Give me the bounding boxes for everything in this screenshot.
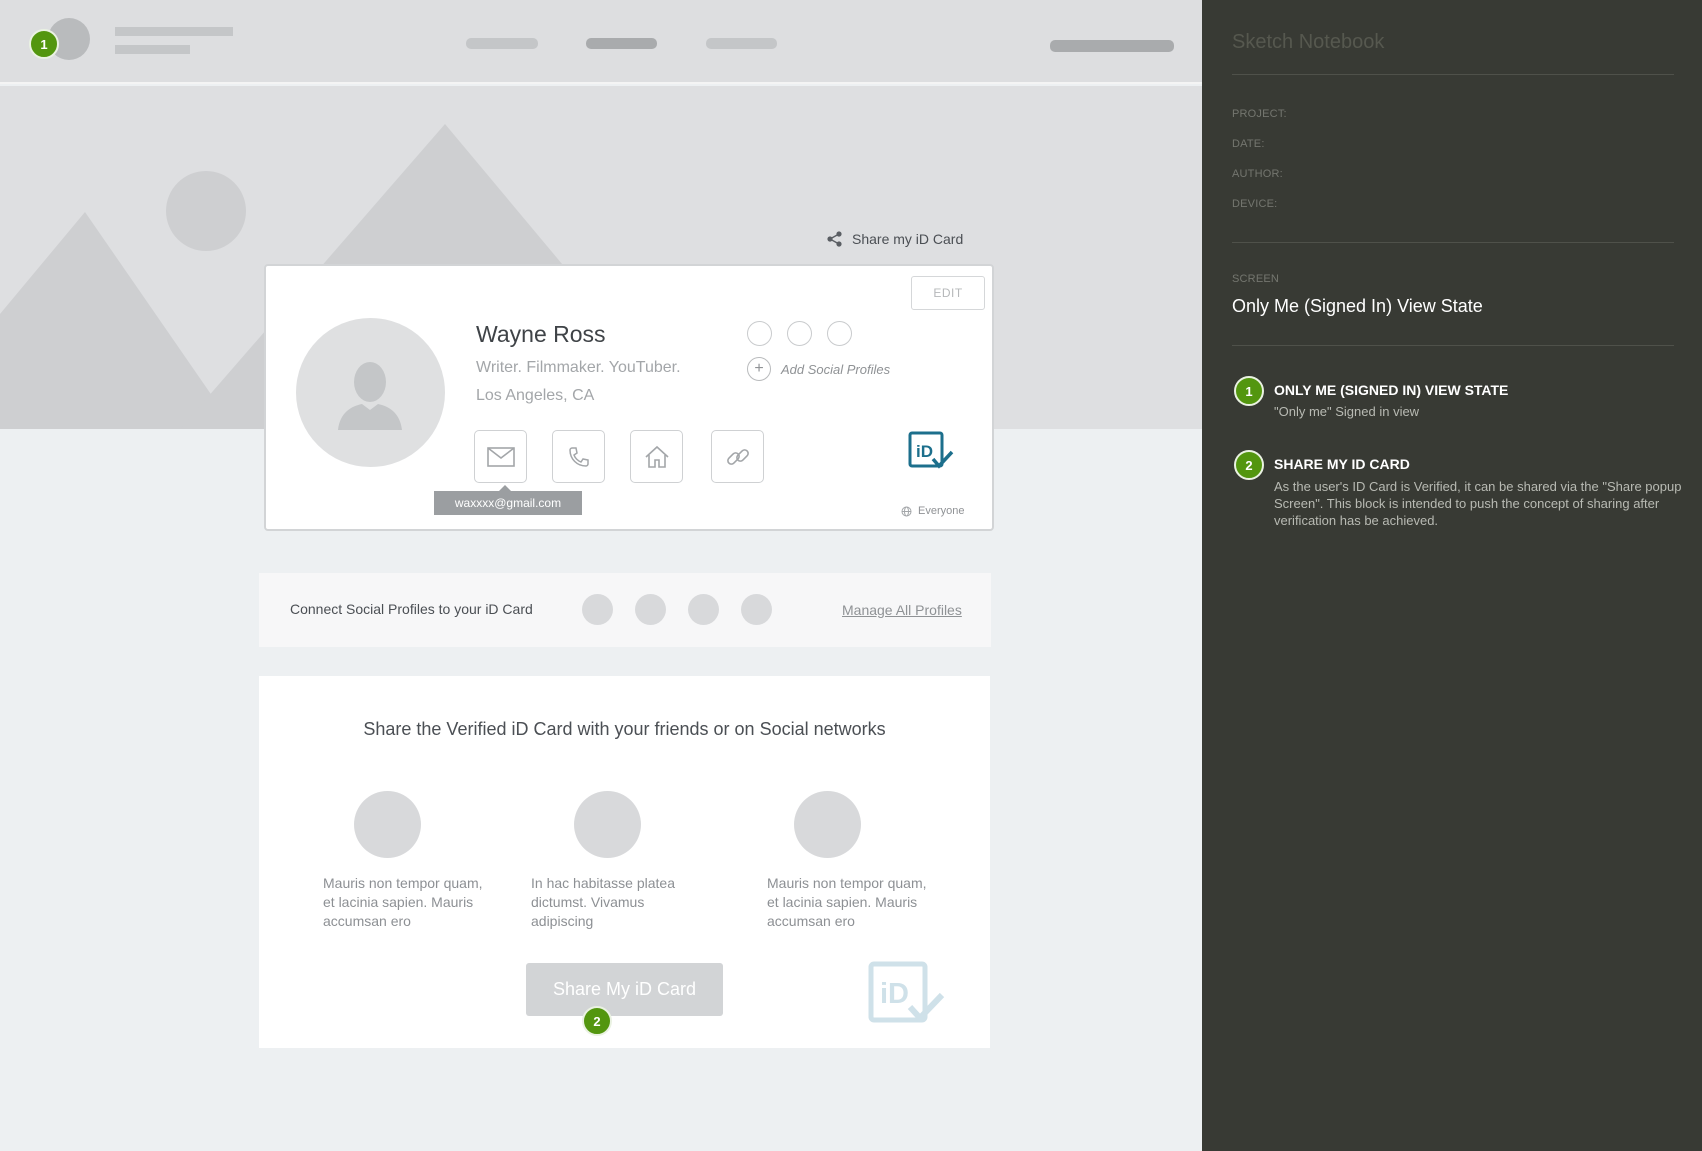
note-1-body: "Only me" Signed in view (1274, 404, 1420, 419)
svg-text:iD: iD (916, 442, 933, 461)
annotation-badge-1: 1 (29, 29, 59, 59)
share-my-id-card-button[interactable]: Share My iD Card (526, 963, 723, 1016)
social-profile-slot-1[interactable] (747, 321, 772, 346)
sketch-notebook-sidebar: Sketch Notebook PROJECT: DATE: AUTHOR: D… (1202, 0, 1702, 1151)
annotation-badge-2: 2 (582, 1006, 612, 1036)
tooltip-arrow (498, 485, 512, 492)
social-network-placeholder-2[interactable] (635, 594, 666, 625)
phone-contact-button[interactable] (552, 430, 605, 483)
profile-location: Los Angeles, CA (476, 387, 595, 404)
top-navigation-bar: 1 (0, 0, 1202, 84)
share-section-heading: Share the Verified iD Card with your fri… (363, 719, 886, 739)
nav-link-placeholder-2-active[interactable] (586, 38, 657, 49)
svg-text:iD: iD (880, 978, 909, 1010)
note-2-body: As the user's ID Card is Verified, it ca… (1274, 479, 1682, 528)
feature-image-placeholder-2 (574, 791, 641, 858)
profile-avatar[interactable] (296, 318, 445, 467)
share-my-id-card-link[interactable]: Share my iD Card (826, 230, 963, 248)
wireframe-canvas: 1 Share my iD Card EDIT Wayne Ross Write… (0, 0, 1202, 1151)
note-1-title: ONLY ME (SIGNED IN) VIEW STATE (1274, 382, 1509, 398)
note-2-title: SHARE MY ID CARD (1274, 456, 1410, 472)
nav-link-placeholder-1[interactable] (466, 38, 538, 49)
address-contact-button[interactable] (630, 430, 683, 483)
share-my-id-card-button-label: Share My iD Card (552, 979, 697, 999)
screen-name: Only Me (Signed In) View State (1232, 296, 1483, 316)
author-field-label: AUTHOR: (1232, 168, 1283, 180)
divider (1232, 345, 1674, 346)
verified-id-logo: iD (908, 431, 954, 476)
social-network-placeholder-4[interactable] (741, 594, 772, 625)
divider (1232, 242, 1674, 243)
verified-id-watermark: iD (868, 961, 946, 1030)
social-profile-slot-2[interactable] (787, 321, 812, 346)
profile-id-card: EDIT Wayne Ross Writer. Filmmaker. YouTu… (264, 264, 994, 531)
profile-tagline: Writer. Filmmaker. YouTuber. (476, 359, 681, 376)
visibility-label: Everyone (918, 505, 965, 517)
divider (1232, 74, 1674, 75)
verified-id-watermark-icon: iD (868, 961, 945, 1023)
plus-circle-icon: + (747, 357, 771, 381)
note-2-badge: 2 (1234, 450, 1264, 480)
add-social-profiles-button[interactable]: + Add Social Profiles (747, 357, 890, 381)
website-link-button[interactable] (711, 430, 764, 483)
person-silhouette-icon (338, 362, 402, 430)
date-field-label: DATE: (1232, 138, 1265, 150)
notebook-title: Sketch Notebook (1232, 31, 1385, 53)
feature-description-1: Mauris non tempor quam, et lacinia sapie… (323, 875, 483, 929)
phone-icon (568, 446, 589, 467)
visibility-indicator[interactable]: Everyone (901, 505, 964, 517)
connect-social-profiles-label: Connect Social Profiles to your iD Card (290, 601, 533, 617)
manage-all-profiles-link[interactable]: Manage All Profiles (842, 602, 962, 618)
screen-label: SCREEN (1232, 273, 1280, 285)
logo-text-placeholder (115, 27, 233, 36)
social-network-placeholder-3[interactable] (688, 594, 719, 625)
link-icon (726, 448, 749, 465)
social-profile-slot-3[interactable] (827, 321, 852, 346)
feature-image-placeholder-3 (794, 791, 861, 858)
feature-image-placeholder-1 (354, 791, 421, 858)
share-icon (827, 231, 842, 247)
email-contact-button[interactable] (474, 430, 527, 483)
globe-icon (901, 506, 912, 516)
email-tooltip: waxxxx@gmail.com (434, 491, 582, 515)
add-social-profiles-label: Add Social Profiles (781, 361, 891, 377)
logo-subtext-placeholder (115, 45, 190, 54)
share-my-id-card-label: Share my iD Card (852, 231, 964, 247)
social-network-placeholder-1[interactable] (582, 594, 613, 625)
note-1-badge: 1 (1234, 376, 1264, 406)
profile-name: Wayne Ross (476, 321, 606, 347)
project-field-label: PROJECT: (1232, 108, 1287, 120)
account-menu-placeholder[interactable] (1050, 40, 1174, 52)
edit-button[interactable]: EDIT (911, 276, 985, 310)
nav-link-placeholder-3[interactable] (706, 38, 777, 49)
feature-description-3: Mauris non tempor quam, et lacinia sapie… (767, 875, 927, 929)
connect-social-profiles-bar: Connect Social Profiles to your iD Card … (259, 573, 991, 647)
home-icon (644, 445, 669, 468)
device-field-label: DEVICE: (1232, 198, 1278, 210)
envelope-icon (486, 446, 515, 467)
verified-id-icon: iD (908, 431, 954, 469)
feature-description-2: In hac habitasse platea dictumst. Vivamu… (531, 875, 675, 929)
